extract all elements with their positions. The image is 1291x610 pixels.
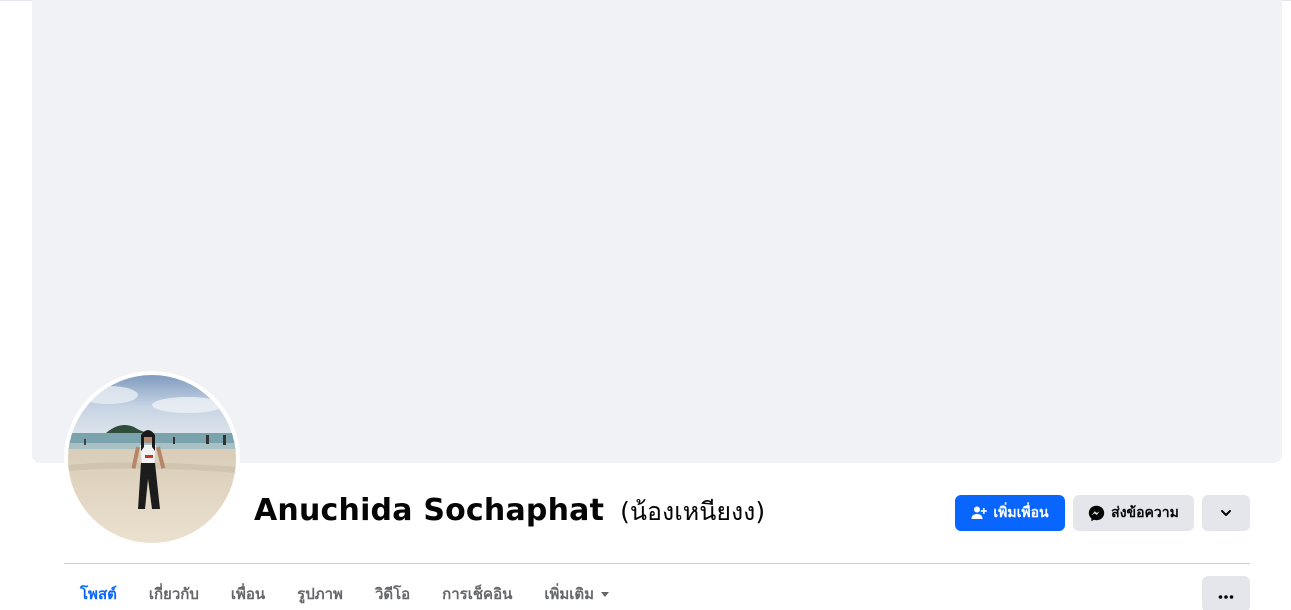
- tab-label: โพสต์: [80, 585, 117, 603]
- chevron-down-icon: [1219, 506, 1233, 520]
- tab-label: เพื่อน: [230, 585, 266, 603]
- tabs-overflow-button[interactable]: [1202, 576, 1250, 610]
- profile-divider: [64, 563, 1250, 564]
- profile-tabs: โพสต์ เกี่ยวกับ เพื่อน รูปภาพ วิดีโอ การ…: [64, 574, 626, 610]
- tab-about[interactable]: เกี่ยวกับ: [133, 574, 215, 610]
- cover-photo[interactable]: [32, 0, 1282, 463]
- tab-label: เพิ่มเติม: [544, 585, 595, 603]
- tab-checkins[interactable]: การเช็คอิน: [426, 574, 528, 610]
- profile-page: Anuchida Sochaphat (น้องเหนียงง) เพิ่มเพ…: [0, 0, 1291, 610]
- profile-picture-frame[interactable]: [64, 371, 240, 547]
- tab-label: รูปภาพ: [297, 585, 343, 603]
- tab-videos[interactable]: วิดีโอ: [359, 574, 426, 610]
- send-message-label: ส่งข้อความ: [1111, 505, 1179, 521]
- profile-alternate-name: (น้องเหนียงง): [620, 497, 766, 526]
- caret-down-icon: [600, 589, 610, 599]
- ellipsis-icon: [1218, 585, 1234, 604]
- tab-label: เกี่ยวกับ: [148, 585, 199, 603]
- tab-friends[interactable]: เพื่อน: [215, 574, 281, 610]
- tab-label: การเช็คอิน: [442, 585, 513, 603]
- profile-name-row: Anuchida Sochaphat (น้องเหนียงง): [254, 492, 765, 532]
- person-add-icon: [971, 505, 988, 521]
- profile-actions: เพิ่มเพื่อน ส่งข้อความ: [955, 495, 1250, 531]
- tab-more[interactable]: เพิ่มเติม: [528, 574, 626, 610]
- send-message-button[interactable]: ส่งข้อความ: [1073, 495, 1194, 531]
- profile-picture[interactable]: [68, 375, 236, 543]
- tab-posts[interactable]: โพสต์: [64, 574, 133, 610]
- add-friend-label: เพิ่มเพื่อน: [993, 505, 1049, 521]
- more-options-button[interactable]: [1202, 495, 1250, 531]
- profile-name: Anuchida Sochaphat: [254, 493, 605, 528]
- tab-photos[interactable]: รูปภาพ: [281, 574, 359, 610]
- messenger-icon: [1088, 505, 1105, 522]
- add-friend-button[interactable]: เพิ่มเพื่อน: [955, 495, 1065, 531]
- tab-label: วิดีโอ: [374, 585, 411, 603]
